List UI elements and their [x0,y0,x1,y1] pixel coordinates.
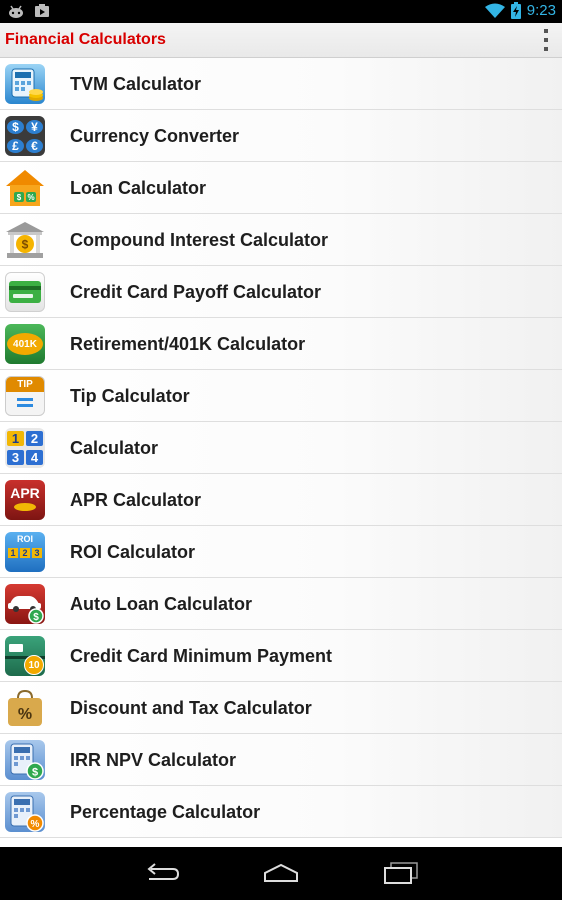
app-title: Financial Calculators [5,31,166,48]
roi-chart-icon: ROI 1 2 3 [5,532,45,572]
list-item-label: Auto Loan Calculator [70,594,253,614]
car-money-icon: $ [5,584,45,624]
battery-charging-icon [510,2,521,19]
list-item-discount-tax[interactable]: % Discount and Tax Calculator [0,682,562,734]
tip-equals-icon: TIP [5,376,45,416]
list-item-label: Compound Interest Calculator [70,230,329,250]
retirement-401k-icon: 401K [5,324,45,364]
list-item-loan[interactable]: $ % Loan Calculator [0,162,562,214]
list-item-label: Loan Calculator [70,178,207,198]
calculator-dollar-icon: $ [5,740,45,780]
android-debug-icon [9,5,23,18]
currency-symbols-icon: $ ¥ £ € [5,116,45,156]
calculator-list: TVM Calculator $ ¥ £ € Currency Converte… [0,58,562,847]
status-bar: 9:23 [0,0,562,23]
list-item-label: Percentage Calculator [70,802,261,822]
list-item-label: ROI Calculator [70,542,196,562]
svg-text:$: $ [32,767,38,779]
recent-apps-icon[interactable] [381,861,421,885]
clock: 9:23 [526,2,556,19]
list-item-auto-loan[interactable]: $ Auto Loan Calculator [0,578,562,630]
list-item-retirement[interactable]: 401K Retirement/401K Calculator [0,318,562,370]
list-item-percentage[interactable]: % Percentage Calculator [0,786,562,838]
svg-text:$: $ [22,238,29,252]
svg-text:$: $ [17,193,22,202]
list-item-irr-npv[interactable]: $ IRR NPV Calculator [0,734,562,786]
list-item-label: Retirement/401K Calculator [70,334,306,354]
list-item-tvm[interactable]: TVM Calculator [0,58,562,110]
overflow-menu-icon[interactable] [540,29,552,51]
list-item-label: TVM Calculator [70,74,202,94]
action-bar: Financial Calculators [0,23,562,58]
card-minimum-icon: 10 [5,636,45,676]
list-item-tip[interactable]: TIP Tip Calculator [0,370,562,422]
list-item-label: Credit Card Minimum Payment [70,646,333,666]
bank-icon: $ [5,220,45,260]
media-notification-icon [35,4,49,17]
svg-text:%: % [18,706,32,723]
list-item-roi[interactable]: ROI 1 2 3 ROI Calculator [0,526,562,578]
svg-text:%: % [31,819,40,830]
shopping-bag-percent-icon: % [5,688,45,728]
list-item-apr[interactable]: APR APR Calculator [0,474,562,526]
list-item-label: APR Calculator [70,490,202,510]
list-item-credit-card-minimum[interactable]: 10 Credit Card Minimum Payment [0,630,562,682]
apr-coins-icon: APR [5,480,45,520]
home-icon[interactable] [261,861,301,885]
credit-card-icon [5,272,45,312]
list-item-label: Credit Card Payoff Calculator [70,282,322,302]
calculator-percent-icon: % [5,792,45,832]
list-item-currency-converter[interactable]: $ ¥ £ € Currency Converter [0,110,562,162]
list-item-label: IRR NPV Calculator [70,750,237,770]
list-item-label: Currency Converter [70,126,240,146]
list-item-calculator[interactable]: 1 2 3 4 Calculator [0,422,562,474]
back-icon[interactable] [141,861,181,885]
svg-text:$: $ [33,612,39,623]
number-keypad-icon: 1 2 3 4 [5,428,45,468]
list-item-label: Tip Calculator [70,386,190,406]
list-item-compound-interest[interactable]: $ Compound Interest Calculator [0,214,562,266]
list-item-label: Discount and Tax Calculator [70,698,312,718]
navigation-bar [0,847,562,900]
list-item-credit-card-payoff[interactable]: Credit Card Payoff Calculator [0,266,562,318]
calculator-coins-icon [5,64,45,104]
list-item-label: Calculator [70,438,159,458]
wifi-icon [484,3,505,18]
house-money-icon: $ % [5,168,45,208]
svg-text:%: % [27,193,34,202]
